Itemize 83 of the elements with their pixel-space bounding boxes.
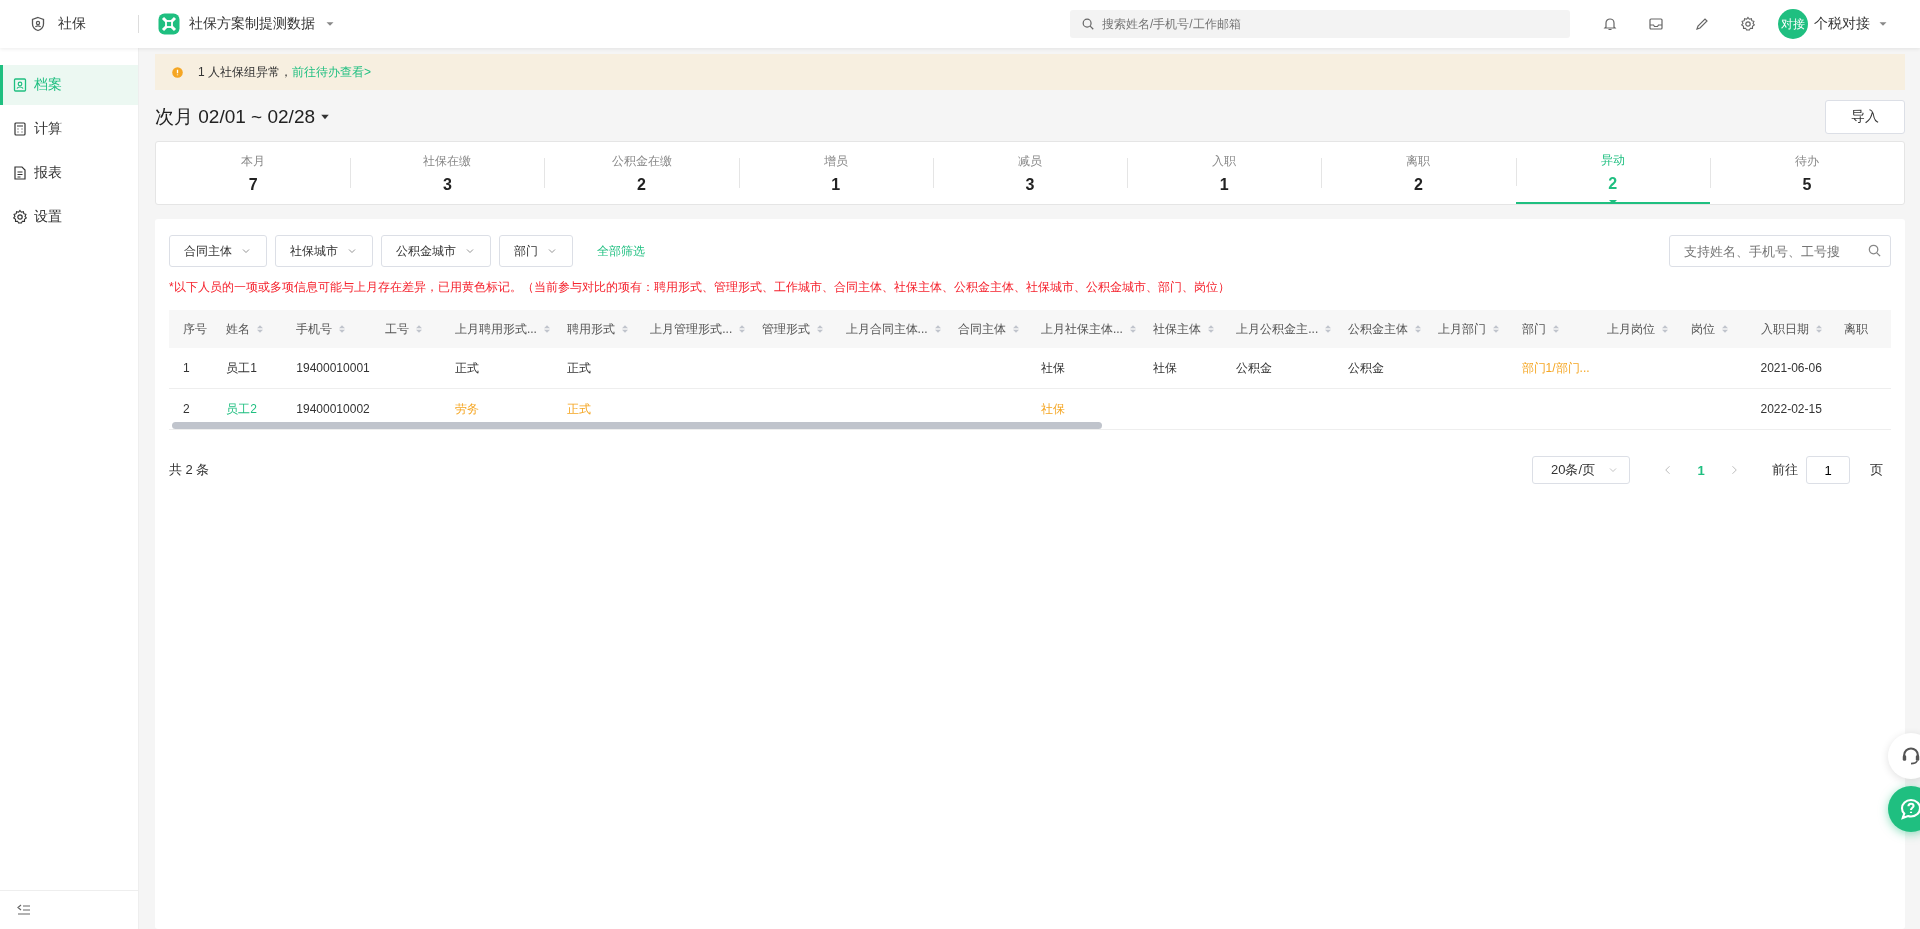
- table-cell: 社保: [1040, 401, 1065, 416]
- column-header[interactable]: 工号: [370, 310, 441, 348]
- page-input[interactable]: 1: [1806, 456, 1850, 484]
- table-cell: 社保: [1152, 360, 1177, 375]
- table-cell: 2021-06-06: [1760, 361, 1822, 375]
- column-header[interactable]: 上月聘用形式...: [440, 310, 553, 348]
- import-button[interactable]: 导入: [1825, 100, 1905, 134]
- table-cell: 19400010002: [296, 402, 370, 416]
- filter-dropdown[interactable]: 部门: [499, 235, 573, 267]
- column-header[interactable]: 手机号: [282, 310, 371, 348]
- total-count: 共 2 条: [169, 461, 210, 479]
- column-header[interactable]: 入职日期: [1746, 310, 1830, 348]
- module-title: 社保: [58, 15, 86, 33]
- column-header[interactable]: 上月合同主体...: [831, 310, 944, 348]
- scrollbar-thumb[interactable]: [172, 422, 1102, 429]
- table-cell: 19400010001: [296, 361, 370, 375]
- column-header[interactable]: 公积金主体: [1334, 310, 1425, 348]
- settings-icon: [12, 209, 28, 225]
- stat-tab[interactable]: 增员 1: [738, 142, 933, 204]
- column-header[interactable]: 聘用形式: [552, 310, 637, 348]
- headset-icon: [1900, 745, 1920, 767]
- column-header[interactable]: 上月部门: [1424, 310, 1508, 348]
- collapse-icon[interactable]: [16, 902, 32, 918]
- table-cell: 部门1/部门...: [1521, 360, 1590, 375]
- column-header[interactable]: 上月管理形式...: [636, 310, 749, 348]
- search-icon: [1867, 243, 1882, 258]
- pen-icon[interactable]: [1694, 16, 1710, 32]
- column-header[interactable]: 上月公积金主...: [1222, 310, 1335, 348]
- column-header[interactable]: 部门: [1507, 310, 1594, 348]
- goto-label: 前往: [1772, 461, 1798, 479]
- stat-tab[interactable]: 公积金在缴 2: [544, 142, 739, 204]
- search-field[interactable]: 支持姓名、手机号、工号搜: [1669, 235, 1891, 267]
- stat-tab[interactable]: 待办 5: [1709, 142, 1904, 204]
- stat-tab[interactable]: 本月 7: [156, 142, 351, 204]
- page-unit: 页: [1870, 461, 1883, 479]
- notice-text: *以下人员的一项或多项信息可能与上月存在差异，已用黄色标记。（当前参与对比的项有：聘用形式、管理形式、工作城市、合同主体、社保主体、公积金主体、社保城市、公积金城市、部门、岗位）: [169, 279, 1231, 296]
- search-field[interactable]: 搜索姓名/手机号/工作邮箱: [1070, 10, 1570, 38]
- table-cell: 2022-02-15: [1760, 402, 1822, 416]
- table-cell: 正式: [454, 360, 479, 375]
- table-cell: 员工1: [226, 360, 257, 375]
- filter-dropdown[interactable]: 合同主体: [169, 235, 267, 267]
- column-header: 离职: [1829, 310, 1891, 348]
- column-header: 序号: [169, 310, 213, 348]
- shield-icon: [30, 16, 46, 32]
- stat-tab[interactable]: 入职 1: [1127, 142, 1322, 204]
- filter-dropdown[interactable]: 社保城市: [275, 235, 373, 267]
- column-header[interactable]: 社保主体: [1138, 310, 1223, 348]
- alert-message: 1 人社保组异常，: [198, 63, 292, 81]
- logo-icon: [157, 12, 181, 36]
- table-cell: 社保: [1040, 360, 1065, 375]
- stat-tab[interactable]: 离职 2: [1321, 142, 1516, 204]
- period-selector[interactable]: 次月 02/01 ~ 02/28: [155, 104, 332, 130]
- bell-icon[interactable]: [1602, 16, 1618, 32]
- search-icon: [1081, 17, 1095, 31]
- table-cell: 1: [183, 361, 190, 375]
- table-cell: 公积金: [1236, 360, 1273, 375]
- column-header[interactable]: 岗位: [1676, 310, 1747, 348]
- user-name[interactable]: 个税对接: [1814, 15, 1870, 33]
- filter-dropdown[interactable]: 公积金城市: [381, 235, 491, 267]
- column-header[interactable]: 上月岗位: [1593, 310, 1677, 348]
- sidebar-item[interactable]: 报表: [0, 153, 138, 193]
- info-icon: [171, 65, 184, 79]
- table-cell: 正式: [566, 401, 591, 416]
- calculator-icon: [12, 121, 28, 137]
- table-cell: 公积金: [1348, 360, 1385, 375]
- page-size-select[interactable]: 20条/页: [1532, 456, 1630, 484]
- column-header[interactable]: 姓名: [212, 310, 283, 348]
- sidebar-item[interactable]: 计算: [0, 109, 138, 149]
- inbox-icon[interactable]: [1648, 16, 1664, 32]
- stat-tab[interactable]: 减员 3: [932, 142, 1128, 204]
- table-cell: 2: [183, 402, 190, 416]
- help-chat-icon: [1899, 797, 1920, 821]
- table-cell: 劳务: [454, 401, 479, 416]
- project-switcher[interactable]: 社保方案制提测数据: [157, 12, 337, 36]
- profile-icon: [12, 77, 28, 93]
- table-cell: 正式: [566, 360, 591, 375]
- column-header[interactable]: 上月社保主体...: [1026, 310, 1139, 348]
- document-icon: [12, 165, 28, 181]
- sidebar-item[interactable]: 设置: [0, 197, 138, 237]
- settings-icon[interactable]: [1740, 16, 1756, 32]
- column-header[interactable]: 管理形式: [748, 310, 832, 348]
- column-header[interactable]: 合同主体: [943, 310, 1027, 348]
- stat-tab[interactable]: 社保在缴 3: [350, 142, 545, 204]
